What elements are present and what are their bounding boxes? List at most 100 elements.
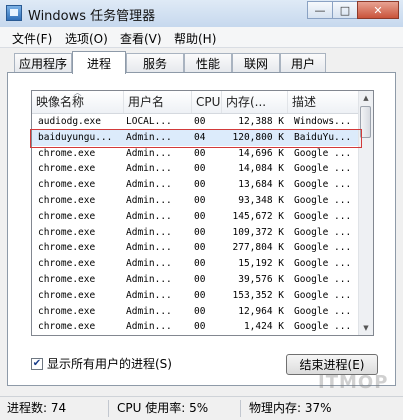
show-all-users-toggle[interactable]: ✔ 显示所有用户的进程(S) (31, 355, 172, 372)
process-cpu-cell: 00 (194, 258, 206, 270)
processes-panel: ︿ 映像名称 用户名 CPU 内存(... 描述 audiodg.exe LOCA… (7, 72, 396, 386)
menu-file[interactable]: 文件(F) (12, 30, 52, 47)
menu-view[interactable]: 查看(V) (120, 30, 162, 47)
process-name-cell: chrome.exe (38, 305, 96, 317)
tab-services[interactable]: 服务 (126, 53, 184, 72)
process-cpu-cell: 00 (194, 335, 218, 336)
status-process-count: 进程数: 74 (7, 401, 67, 415)
process-mem-cell: 15,192 K (238, 258, 284, 270)
process-mem-cell: 14,696 K (238, 147, 284, 159)
process-mem-cell: 277,804 K (232, 242, 284, 254)
process-row[interactable]: chrome.exe Admin... 00 109,372 K Google ... (32, 225, 359, 241)
process-row[interactable]: chrome.exe Admin... 00 15,192 K Google ... (32, 256, 359, 272)
maximize-button[interactable]: □ (332, 1, 358, 19)
process-name-cell: chrome.exe (38, 147, 96, 159)
process-desc-cell: Google ... (294, 210, 352, 222)
process-mem-cell: 1,424 K (243, 321, 284, 333)
process-row[interactable]: audiodg.exe LOCAL... 00 12,388 K Windows... (32, 114, 359, 130)
process-desc-cell: Google ... (294, 242, 352, 254)
process-row[interactable]: chrome.exe Admin... 00 14,084 K Google ... (32, 161, 359, 177)
sort-chevron-icon: ︿ (73, 90, 82, 97)
process-mem-cell: 120,800 K (232, 131, 284, 143)
task-manager-icon (6, 5, 22, 21)
process-desc-cell: Windows... (294, 116, 352, 127)
process-row[interactable]: chrome.exe Admin... 00 277,804 K Google ... (32, 240, 359, 256)
process-cpu-cell: 00 (194, 273, 206, 285)
column-user-name[interactable]: 用户名 (124, 91, 192, 113)
column-memory[interactable]: 内存(... (222, 91, 288, 113)
process-mem-cell: 12,964 K (238, 305, 284, 317)
process-cpu-cell: 04 (194, 131, 206, 143)
process-list[interactable]: ︿ 映像名称 用户名 CPU 内存(... 描述 audiodg.exe LOCA… (31, 90, 374, 336)
process-user-cell: Admin... (126, 210, 172, 222)
tab-networking[interactable]: 联网 (232, 53, 280, 72)
status-memory-usage: 物理内存: 37% (249, 401, 332, 415)
process-name-cell: chrome.exe (38, 258, 96, 270)
process-user-cell: Admin... (126, 179, 172, 191)
tab-processes[interactable]: 进程 (72, 51, 126, 74)
menu-options[interactable]: 选项(O) (65, 30, 108, 47)
process-name-cell: chrome.exe (38, 321, 96, 333)
minimize-button[interactable]: — (307, 1, 333, 19)
process-user-cell: Admin... (126, 335, 190, 336)
title-bar[interactable]: Windows 任务管理器 — □ ✕ (0, 0, 403, 28)
process-row[interactable]: chrome.exeAdmin... 0023,012 K Google ... (32, 335, 359, 336)
process-cpu-cell: 00 (194, 116, 206, 127)
process-name-cell: chrome.exe (38, 226, 96, 238)
process-cpu-cell: 00 (194, 194, 206, 206)
process-user-cell: Admin... (126, 163, 172, 175)
process-user-cell: Admin... (126, 147, 172, 159)
process-mem-cell: 13,684 K (238, 179, 284, 191)
column-cpu[interactable]: CPU (192, 91, 222, 113)
process-desc-cell: Google ... (294, 163, 352, 175)
process-row[interactable]: chrome.exe Admin... 00 145,672 K Google ... (32, 209, 359, 225)
process-row[interactable]: chrome.exe Admin... 00 13,684 K Google ... (32, 177, 359, 193)
process-row[interactable]: chrome.exe Admin... 00 153,352 K Google ... (32, 288, 359, 304)
process-desc-cell: Google ... (294, 273, 352, 285)
process-row[interactable]: baiduyungu... Admin... 04 120,800 K BaiduYu.… (32, 129, 359, 146)
process-row[interactable]: chrome.exe Admin... 00 39,576 K Google ... (32, 272, 359, 288)
process-name-cell: chrome.exe (38, 194, 96, 206)
tab-performance[interactable]: 性能 (184, 53, 232, 72)
scroll-thumb[interactable] (360, 106, 371, 138)
process-mem-cell: 14,084 K (238, 163, 284, 175)
close-button[interactable]: ✕ (357, 1, 399, 19)
column-description[interactable]: 描述 (288, 91, 359, 113)
process-mem-cell: 109,372 K (232, 226, 284, 238)
window-title: Windows 任务管理器 (28, 9, 156, 24)
process-cpu-cell: 00 (194, 210, 206, 222)
scroll-down-arrow-icon[interactable]: ▼ (359, 321, 373, 335)
process-desc-cell: Google ... (294, 226, 352, 238)
process-cpu-cell: 00 (194, 242, 206, 254)
process-row[interactable]: chrome.exe Admin... 00 1,424 K Google ... (32, 319, 359, 335)
process-name-cell: audiodg.exe (38, 116, 101, 127)
column-image-name[interactable]: ︿ 映像名称 (32, 91, 124, 113)
process-row[interactable]: chrome.exe Admin... 00 93,348 K Google ... (32, 193, 359, 209)
process-row[interactable]: chrome.exe Admin... 00 14,696 K Google ... (32, 146, 359, 162)
process-user-cell: Admin... (126, 226, 172, 238)
process-row[interactable]: chrome.exe Admin... 00 12,964 K Google ... (32, 304, 359, 320)
process-cpu-cell: 00 (194, 289, 206, 301)
process-user-cell: Admin... (126, 242, 172, 254)
vertical-scrollbar[interactable]: ▲ ▼ (358, 91, 373, 335)
menu-help[interactable]: 帮助(H) (174, 30, 216, 47)
scroll-up-arrow-icon[interactable]: ▲ (359, 91, 373, 105)
process-desc-cell: Google ... (294, 147, 352, 159)
process-desc-cell: Google ... (294, 335, 358, 336)
process-name-cell: baiduyungu... (38, 131, 113, 143)
process-desc-cell: Google ... (294, 179, 352, 191)
process-user-cell: Admin... (126, 321, 172, 333)
process-cpu-cell: 00 (194, 305, 206, 317)
tab-users[interactable]: 用户 (280, 53, 326, 72)
process-cpu-cell: 00 (194, 147, 206, 159)
process-name-cell: chrome.exe (38, 179, 96, 191)
process-mem-cell: 23,012 K (218, 335, 284, 336)
process-mem-cell: 39,576 K (238, 273, 284, 285)
process-desc-cell: Google ... (294, 194, 352, 206)
process-name-cell: chrome.exe (38, 335, 128, 336)
tab-applications[interactable]: 应用程序 (14, 53, 72, 72)
show-all-users-checkbox[interactable]: ✔ (31, 357, 43, 370)
process-desc-cell: Google ... (294, 321, 352, 333)
process-cpu-cell: 00 (194, 321, 206, 333)
process-user-cell: Admin... (126, 273, 172, 285)
